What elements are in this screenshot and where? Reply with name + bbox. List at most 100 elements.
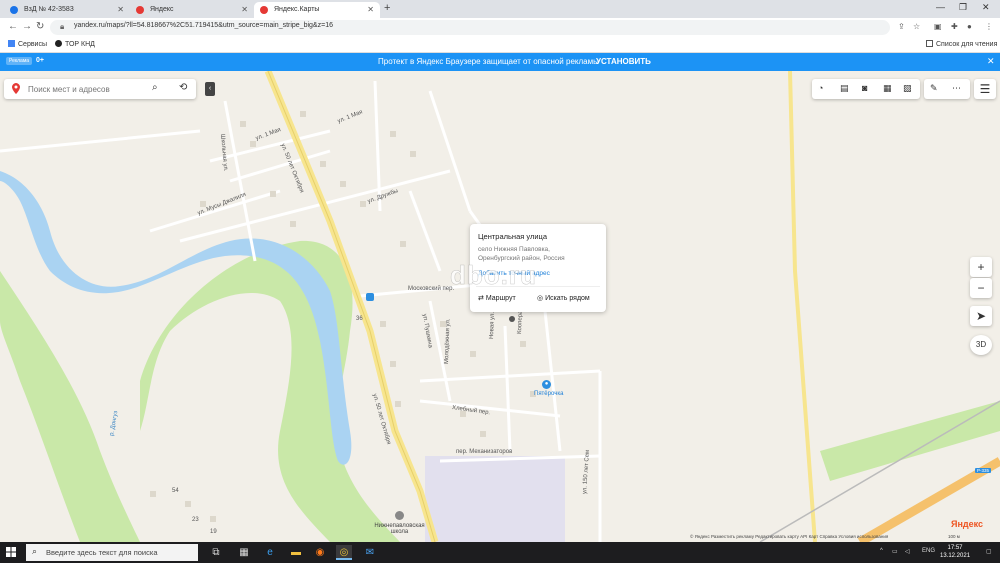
location-marker <box>509 316 515 322</box>
browser-toolbar: ← → ↻ 🔒︎ yandex.ru/maps/?ll=54.818667%2C… <box>0 18 1000 37</box>
target-icon: ◎ <box>537 295 546 302</box>
zoom-out-button[interactable]: − <box>970 278 992 298</box>
task-view-icon[interactable]: ⧉ <box>208 545 224 560</box>
tab-yandex-maps[interactable]: Яндекс.Карты ✕ <box>254 2 380 18</box>
more-icon[interactable]: ⋯ <box>952 83 961 94</box>
street-label: Новая ул. <box>489 311 496 340</box>
age-rating: 0+ <box>36 57 44 64</box>
search-input[interactable] <box>28 82 148 96</box>
edge-icon[interactable]: e <box>262 545 278 560</box>
route-icon: ⇄ <box>478 295 486 302</box>
popup-address: село Нижняя Павловка, <box>478 246 550 253</box>
search-icon: ⌕ <box>32 546 38 556</box>
language-indicator[interactable]: ENG <box>922 548 935 554</box>
extension-icon[interactable]: ▣ <box>934 22 942 31</box>
bookmarks-bar: Сервисы ТОР КНД Список для чтения <box>0 37 1000 53</box>
divider <box>476 286 600 287</box>
house-number: 54 <box>172 488 179 494</box>
yandex-icon <box>136 6 144 14</box>
windows-taskbar: ⌕ Введите здесь текст для поиска ⧉ ▦ e ▬… <box>0 542 1000 563</box>
close-icon[interactable]: ✕ <box>241 2 248 18</box>
poi-label-school[interactable]: Нижнепавловская школа <box>372 523 427 535</box>
tab-vzd[interactable]: ВзД № 42-3583 ✕ <box>4 2 130 18</box>
map-pin-icon <box>260 6 268 14</box>
park-area <box>820 401 1000 481</box>
scale-bar: 100 м <box>948 534 960 539</box>
house-number: 36 <box>356 316 363 322</box>
install-button[interactable]: УСТАНОВИТЬ <box>596 57 651 66</box>
bookmark-services[interactable]: Сервисы <box>8 40 47 48</box>
messenger-icon[interactable]: ✉ <box>362 545 378 560</box>
bookmark-tor-knd[interactable]: ТОР КНД <box>55 40 95 48</box>
promo-banner: Реклама 0+ Протект в Яндекс Браузере защ… <box>0 53 1000 71</box>
document-icon <box>10 6 18 14</box>
poi-label-pyaterochka[interactable]: Пятёрочка <box>534 391 563 397</box>
lock-icon: 🔒︎ <box>60 22 65 31</box>
close-icon[interactable]: ✕ <box>367 2 374 18</box>
park-area <box>0 271 140 542</box>
ad-label: Реклама <box>6 57 33 65</box>
close-icon[interactable]: ✕ <box>987 56 995 67</box>
banner-message: Протект в Яндекс Браузере защищает от оп… <box>378 57 599 66</box>
apps-grid-icon <box>8 40 15 47</box>
camera-icon[interactable]: ◙ <box>862 83 867 93</box>
collapse-sidebar-button[interactable]: ‹ <box>205 82 215 96</box>
tab-yandex[interactable]: Яндекс ✕ <box>130 2 254 18</box>
clock[interactable]: 17:57 13.12.2021 <box>940 544 970 560</box>
volume-icon[interactable]: ◁ <box>905 548 910 555</box>
new-tab-button[interactable]: + <box>384 2 390 14</box>
tools-controls: ✎ ⋯ <box>924 79 970 99</box>
firefox-icon[interactable]: ◉ <box>312 545 328 560</box>
reading-list[interactable]: Список для чтения <box>926 40 997 48</box>
tray-arrow-icon[interactable]: ^ <box>880 548 883 554</box>
search-icon[interactable]: ⌕ <box>152 82 158 93</box>
traffic-icon[interactable]: ◔ <box>818 83 823 93</box>
popup-title: Центральная улица <box>478 232 547 241</box>
minimize-icon[interactable]: — <box>936 2 945 12</box>
bus-stop-icon[interactable] <box>366 293 374 301</box>
ruler-icon[interactable]: ✎ <box>930 83 938 94</box>
layers-icon[interactable]: ▧ <box>903 83 912 94</box>
map-search-box: ⌕ ⟲ <box>4 79 196 99</box>
menu-dots-icon[interactable]: ⋮ <box>985 22 993 31</box>
close-icon[interactable]: ✕ <box>117 2 124 18</box>
puzzle-icon[interactable]: ✚ <box>951 22 958 31</box>
park-area <box>140 240 400 542</box>
profile-icon[interactable]: ● <box>967 22 972 31</box>
street-label: Московский пер. <box>408 286 455 292</box>
zoom-in-button[interactable]: + <box>970 257 992 277</box>
yandex-logo: Яндекс <box>951 519 984 529</box>
restore-icon[interactable]: ❐ <box>959 2 967 13</box>
reload-button[interactable]: ↻ <box>36 21 44 32</box>
close-window-icon[interactable]: ✕ <box>982 2 990 13</box>
mode-3d-button[interactable]: 3D <box>970 335 992 355</box>
windows-start-icon[interactable] <box>6 547 16 557</box>
panorama-icon[interactable]: ▤ <box>840 83 849 94</box>
network-icon[interactable]: ▭ <box>892 548 898 555</box>
address-bar[interactable]: 🔒︎ yandex.ru/maps/?ll=54.818667%2C51.719… <box>50 20 890 35</box>
school-icon[interactable] <box>395 511 404 520</box>
chrome-icon[interactable]: ◎ <box>336 545 352 560</box>
star-icon[interactable]: ☆ <box>913 22 920 31</box>
menu-icon[interactable]: ☰ <box>974 79 996 99</box>
map-canvas[interactable]: ул. 50 лет Октября ул. 50 лет Октября ул… <box>0 71 1000 542</box>
notification-icon[interactable]: ▢ <box>986 548 992 555</box>
taskbar-search[interactable]: ⌕ Введите здесь текст для поиска <box>26 544 198 561</box>
shield-icon <box>55 40 62 47</box>
calculator-icon[interactable]: ▦ <box>236 545 252 560</box>
browser-tab-strip: ВзД № 42-3583 ✕ Яндекс ✕ Яндекс.Карты ✕ … <box>0 0 1000 18</box>
map-attribution[interactable]: © Яндекс Разместить рекламу Редактироват… <box>690 534 888 539</box>
geolocation-icon[interactable]: ➤ <box>970 306 992 326</box>
house-number: 19 <box>210 529 217 535</box>
shopping-bag-icon[interactable]: ● <box>542 380 551 389</box>
route-icon[interactable]: ⟲ <box>179 82 187 93</box>
share-icon[interactable]: ⇪ <box>898 22 905 31</box>
folder-icon[interactable]: ▬ <box>288 545 304 560</box>
search-nearby-button[interactable]: ◎ Искать рядом <box>537 294 590 302</box>
street-label: пер. Механизаторов <box>456 449 513 455</box>
back-button[interactable]: ← <box>8 21 18 32</box>
bus-icon[interactable]: ▦ <box>883 83 892 94</box>
route-button[interactable]: ⇄ Маршрут <box>478 294 516 302</box>
forward-button[interactable]: → <box>22 21 32 32</box>
list-icon <box>926 40 933 47</box>
